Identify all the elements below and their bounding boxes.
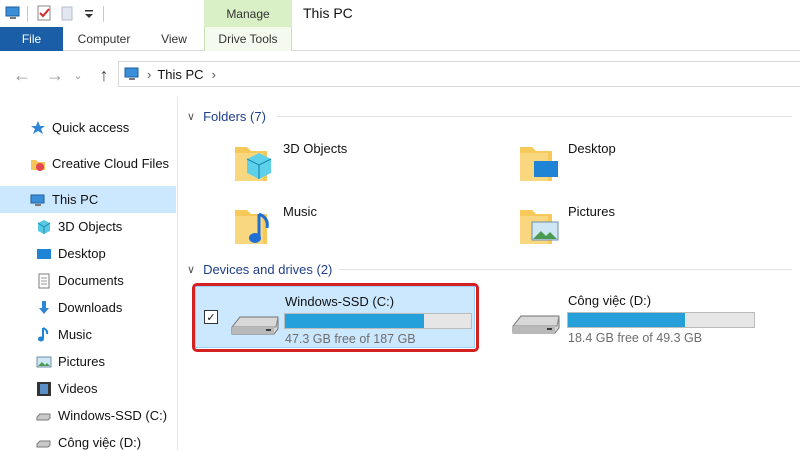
navigation-pane: Quick access Creative Cloud Files This P…: [0, 97, 178, 450]
window-title: This PC: [303, 5, 353, 21]
sidebar-item-downloads[interactable]: Downloads: [0, 294, 176, 321]
sidebar-item-documents[interactable]: Documents: [0, 267, 176, 294]
recent-locations-chevron-icon[interactable]: ⌄: [68, 65, 88, 85]
sidebar-item-desktop[interactable]: Desktop: [0, 240, 176, 267]
drive-icon: [36, 435, 52, 450]
drive-name: Windows-SSD (C:): [285, 294, 395, 309]
manage-contextual-group: Manage: [204, 0, 292, 27]
cube-icon: [36, 219, 52, 235]
drive-usage-bar: [284, 313, 472, 329]
document-icon: [36, 273, 52, 289]
breadcrumb-chevron-icon[interactable]: ›: [147, 67, 151, 82]
star-icon: [30, 120, 46, 136]
tab-computer[interactable]: Computer: [70, 27, 138, 51]
address-bar[interactable]: › This PC ›: [118, 61, 800, 87]
folder-tile-pictures[interactable]: Pictures: [516, 202, 615, 251]
folder-desktop-icon: [516, 139, 562, 188]
drive-usage-bar: [567, 312, 755, 328]
folder-tile-desktop[interactable]: Desktop: [516, 139, 616, 188]
picture-icon: [36, 354, 52, 370]
sidebar-item-quick-access[interactable]: Quick access: [0, 114, 176, 141]
download-arrow-icon: [36, 300, 52, 316]
folder-pictures-icon: [516, 202, 562, 251]
computer-icon: [30, 192, 46, 208]
folder-3d-objects-icon: [231, 139, 277, 188]
sidebar-item-3d-objects[interactable]: 3D Objects: [0, 213, 176, 240]
sidebar-item-creative-cloud-files[interactable]: Creative Cloud Files: [0, 150, 176, 177]
collapse-chevron-icon[interactable]: ∨: [187, 110, 195, 123]
folder-tile-3d-objects[interactable]: 3D Objects: [231, 139, 347, 188]
selection-checkbox[interactable]: ✓: [204, 310, 218, 324]
folder-music-icon: [231, 202, 277, 251]
drive-free-space: 18.4 GB free of 49.3 GB: [568, 331, 703, 345]
film-icon: [36, 381, 52, 397]
sidebar-item-windows-ssd[interactable]: Windows-SSD (C:): [0, 402, 176, 429]
folders-group-header[interactable]: ∨ Folders (7): [187, 106, 266, 126]
navigation-bar: ← → ⌄ ↑ › This PC ›: [0, 51, 800, 97]
forward-arrow-icon[interactable]: →: [45, 65, 65, 85]
drive-usage-fill: [568, 313, 685, 327]
customize-toolbar-icon[interactable]: [80, 4, 98, 22]
drive-tile-cong-viec[interactable]: Công việc (D:) 18.4 GB free of 49.3 GB: [507, 286, 787, 348]
computer-icon[interactable]: [4, 4, 22, 22]
computer-icon: [123, 66, 141, 82]
drive-usage-fill: [285, 314, 424, 328]
title-bar: Manage This PC: [0, 0, 800, 27]
back-arrow-icon[interactable]: ←: [12, 65, 32, 85]
drive-icon: [230, 307, 280, 340]
breadcrumb-chevron-icon[interactable]: ›: [212, 67, 216, 82]
drives-group-header[interactable]: ∨ Devices and drives (2): [187, 259, 332, 279]
sidebar-item-this-pc[interactable]: This PC: [0, 186, 176, 213]
music-note-icon: [36, 326, 52, 343]
breadcrumb-this-pc[interactable]: This PC: [157, 67, 203, 82]
tab-drive-tools[interactable]: Drive Tools: [204, 27, 292, 51]
drive-icon: [36, 408, 52, 424]
folder-tile-music[interactable]: Music: [231, 202, 317, 251]
up-arrow-icon[interactable]: ↑: [94, 65, 114, 85]
sidebar-item-pictures[interactable]: Pictures: [0, 348, 176, 375]
sidebar-item-cong-viec[interactable]: Công việc (D:): [0, 429, 176, 450]
sidebar-item-videos[interactable]: Videos: [0, 375, 176, 402]
new-folder-icon[interactable]: [58, 4, 76, 22]
collapse-chevron-icon[interactable]: ∨: [187, 263, 195, 276]
ribbon-tabs: File Computer View Drive Tools: [0, 27, 800, 51]
tab-view[interactable]: View: [150, 27, 198, 51]
sidebar-item-music[interactable]: Music: [0, 321, 176, 348]
drive-name: Công việc (D:): [568, 293, 652, 308]
drive-icon: [511, 306, 561, 339]
drive-tile-windows-ssd[interactable]: ✓ Windows-SSD (C:) 47.3 GB free of 187 G…: [195, 286, 475, 348]
tab-file[interactable]: File: [0, 27, 63, 51]
creative-cloud-folder-icon: [30, 156, 46, 172]
drive-free-space: 47.3 GB free of 187 GB: [285, 332, 416, 346]
properties-icon[interactable]: [35, 4, 53, 22]
desktop-icon: [36, 246, 52, 262]
content-pane: ∨ Folders (7) 3D Objects Desktop Music P…: [179, 97, 800, 450]
